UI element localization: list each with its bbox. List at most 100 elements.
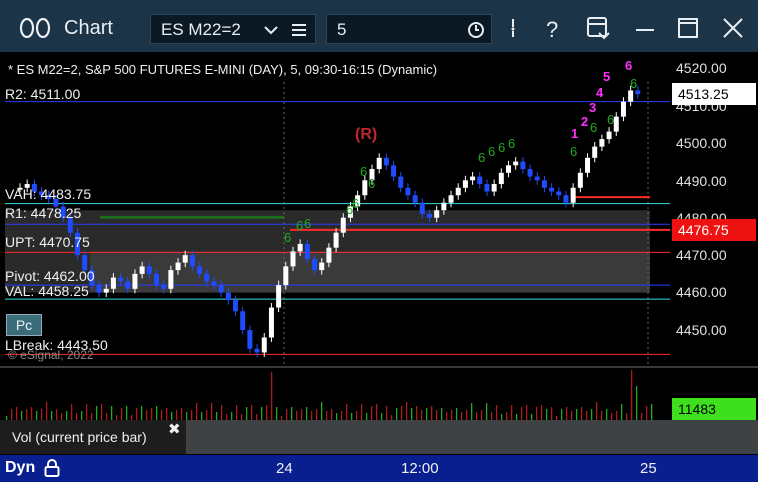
sequence-count: 6 bbox=[304, 216, 311, 231]
x-tick-label: 12:00 bbox=[401, 460, 439, 477]
volume-bar bbox=[136, 408, 138, 420]
sequence-count: 6 bbox=[284, 230, 291, 245]
candle-body bbox=[556, 191, 562, 196]
candle-body bbox=[455, 187, 461, 196]
volume-bar bbox=[366, 413, 368, 420]
volume-bar bbox=[651, 404, 653, 420]
volume-bar bbox=[431, 406, 433, 420]
clock-icon[interactable] bbox=[467, 21, 485, 39]
volume-bar bbox=[621, 404, 623, 420]
candle-body bbox=[218, 285, 224, 293]
volume-bar bbox=[496, 405, 498, 420]
candle-body bbox=[441, 202, 447, 211]
volume-bar bbox=[421, 410, 423, 420]
candle-body bbox=[240, 311, 246, 330]
x-tick-label: 24 bbox=[276, 460, 293, 477]
volume-bar bbox=[166, 408, 168, 420]
volume-bar bbox=[386, 406, 388, 420]
volume-bar bbox=[151, 408, 153, 420]
volume-bar bbox=[271, 372, 273, 420]
volume-bar bbox=[471, 403, 473, 420]
link-circles-icon[interactable] bbox=[18, 13, 54, 43]
interval-value: 5 bbox=[337, 20, 347, 39]
volume-bar bbox=[626, 413, 628, 420]
candle-body bbox=[182, 255, 188, 263]
volume-bar bbox=[31, 407, 33, 420]
minimize-icon[interactable] bbox=[630, 13, 660, 43]
chart-annotation: 4 bbox=[596, 85, 604, 100]
upt-price-badge: 4476.75 bbox=[672, 219, 756, 241]
volume-bar bbox=[361, 404, 363, 420]
sequence-count: 6 bbox=[498, 140, 505, 155]
volume-bar bbox=[326, 411, 328, 420]
volume-bar bbox=[286, 409, 288, 420]
candle-body bbox=[254, 348, 260, 353]
volume-panel[interactable] bbox=[0, 368, 670, 420]
level-label-r1: R1: 4478.25 bbox=[5, 205, 82, 221]
volume-bar bbox=[571, 411, 573, 420]
candle-body bbox=[276, 285, 282, 308]
candle-body bbox=[506, 165, 512, 173]
candle-body bbox=[340, 217, 346, 233]
candle-body bbox=[96, 285, 102, 293]
volume-label-box[interactable]: Vol (current price bar) ✖ bbox=[0, 420, 186, 454]
settings-icon[interactable] bbox=[498, 13, 528, 43]
price-chart[interactable]: (R) 1 2 3 4 5 6 6 6 6 6 6 6 6 6 6 6 6 6 6 6 6 * ES M22=2, S&P… bbox=[0, 52, 670, 366]
volume-bar bbox=[196, 403, 198, 420]
candle-body bbox=[599, 139, 605, 147]
volume-bar bbox=[21, 411, 23, 420]
volume-bar bbox=[171, 412, 173, 420]
pc-button[interactable]: Pc bbox=[6, 314, 42, 336]
volume-bar bbox=[441, 408, 443, 420]
lock-icon[interactable] bbox=[42, 458, 62, 478]
chevron-down-icon[interactable] bbox=[263, 24, 279, 36]
close-icon[interactable] bbox=[718, 13, 748, 43]
volume-bar bbox=[191, 410, 193, 420]
volume-bar bbox=[416, 406, 418, 420]
level-label-upt: UPT: 4470.75 bbox=[5, 234, 90, 250]
volume-bar bbox=[216, 412, 218, 420]
volume-bar bbox=[266, 405, 268, 420]
symbol-combo[interactable]: ES M22=2 bbox=[150, 14, 316, 44]
volume-bar bbox=[16, 407, 18, 420]
volume-bar bbox=[291, 407, 293, 420]
volume-bar bbox=[376, 404, 378, 420]
volume-bar bbox=[46, 402, 48, 420]
help-icon[interactable]: ? bbox=[537, 13, 567, 43]
candle-body bbox=[290, 251, 296, 267]
chart-canvas[interactable]: (R) 123456666 6 6 666666 6666 bbox=[0, 52, 670, 366]
dynamic-mode-label[interactable]: Dyn bbox=[5, 459, 35, 477]
volume-bar bbox=[236, 405, 238, 420]
volume-bar bbox=[406, 402, 408, 420]
candle-body bbox=[391, 165, 397, 177]
template-icon[interactable] bbox=[583, 13, 613, 43]
candle-body bbox=[462, 180, 468, 188]
maximize-icon[interactable] bbox=[673, 13, 703, 43]
level-label-val: VAL: 4458.25 bbox=[5, 283, 89, 299]
volume-bar bbox=[156, 406, 158, 420]
volume-bar bbox=[61, 413, 63, 420]
candle-body bbox=[333, 232, 339, 248]
time-axis[interactable]: Dyn 24 12:00 25 bbox=[0, 455, 758, 482]
volume-bar bbox=[596, 402, 598, 420]
close-study-icon[interactable]: ✖ bbox=[168, 420, 181, 438]
menu-icon[interactable] bbox=[291, 21, 307, 39]
volume-bar bbox=[181, 408, 183, 420]
candle-body bbox=[405, 187, 411, 196]
interval-combo[interactable]: 5 bbox=[326, 14, 492, 44]
volume-bar bbox=[631, 370, 633, 420]
candle-body bbox=[620, 101, 626, 117]
volume-bar bbox=[551, 407, 553, 420]
volume-bar bbox=[411, 408, 413, 420]
y-tick-label: 4470.00 bbox=[676, 247, 727, 263]
candle-body bbox=[498, 172, 504, 185]
sequence-count: 6 bbox=[630, 76, 637, 91]
volume-bar bbox=[356, 411, 358, 420]
candle-body bbox=[297, 243, 303, 252]
volume-bar bbox=[276, 407, 278, 420]
symbol-value: ES M22=2 bbox=[161, 20, 241, 39]
current-price-badge: 4513.25 bbox=[672, 83, 756, 105]
volume-bar bbox=[486, 403, 488, 420]
volume-bar bbox=[51, 411, 53, 420]
candle-body bbox=[470, 176, 476, 181]
